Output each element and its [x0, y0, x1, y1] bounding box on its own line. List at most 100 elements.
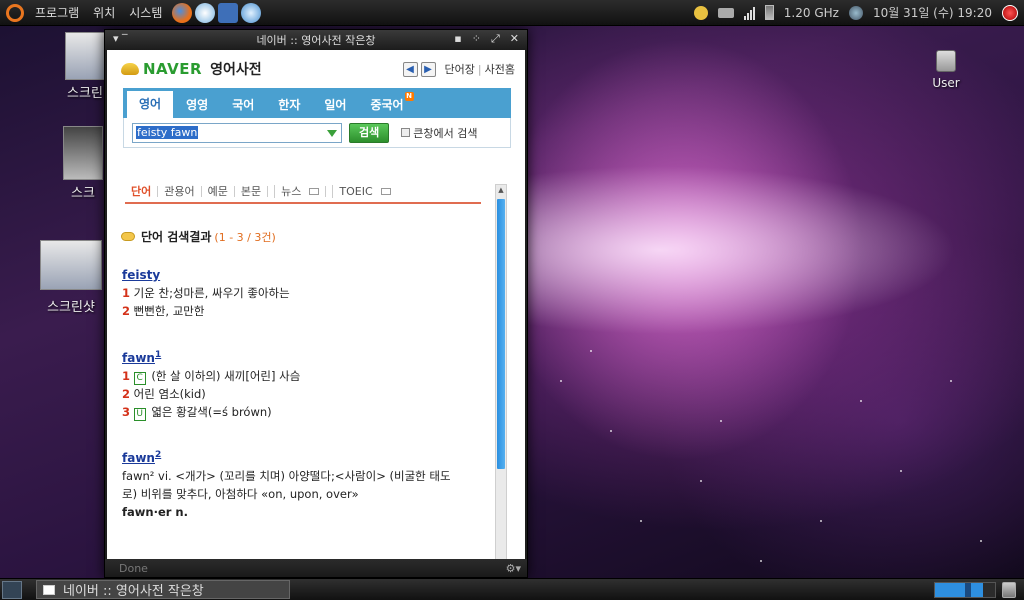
subtab-example[interactable]: 예문	[200, 185, 234, 197]
divider: |	[477, 62, 482, 76]
open-large-window-option[interactable]: 큰창에서 검색	[401, 125, 477, 141]
result-header: 단어 검색결과 (1 - 3 / 3건)	[121, 228, 276, 245]
external-link-icon	[380, 187, 391, 195]
main-menu: 프로그램 위치 시스템	[28, 4, 169, 21]
thumbnail-icon	[65, 32, 105, 80]
tab-korean[interactable]: 국어	[220, 92, 266, 118]
forward-arrow-icon[interactable]: ▶	[420, 61, 436, 77]
entry-word[interactable]: fawn	[122, 351, 155, 365]
show-desktop-button[interactable]	[2, 580, 22, 599]
desktop-icon-user[interactable]: User	[926, 50, 966, 90]
chat-icon[interactable]	[241, 2, 262, 23]
window-icon	[43, 584, 55, 595]
taskbar-item-dictionary[interactable]: 네이버 :: 영어사전 작은창	[36, 580, 290, 599]
sense-number: 3	[122, 404, 131, 419]
tab-english[interactable]: 영어	[126, 90, 175, 118]
desktop-icon-screenshot-3[interactable]: 스크린샷	[38, 240, 104, 315]
menu-places[interactable]: 위치	[86, 4, 122, 21]
power-icon[interactable]	[1002, 4, 1018, 21]
search-button[interactable]: 검색	[349, 122, 390, 143]
maximize-icon[interactable]: ⤢	[491, 32, 500, 46]
tab-japanese[interactable]: 일어	[312, 92, 358, 118]
close-icon[interactable]: ✕	[510, 32, 519, 46]
drive-icon	[936, 50, 956, 72]
clock[interactable]: 10월 31일 (수) 19:20	[873, 4, 992, 21]
search-input-value: feisty fawn	[136, 126, 199, 139]
new-badge: N	[404, 92, 414, 101]
notification-icon[interactable]	[693, 5, 708, 20]
system-tray: 1.20 GHz 10월 31일 (수) 19:20	[693, 4, 1024, 21]
desktop-icon-label: 스크린	[67, 86, 103, 101]
desktop-icon-label: 스크린샷	[47, 300, 95, 315]
window-menu-icon[interactable]: ▾ ‾	[113, 32, 128, 45]
dictionary-window: ▾ ‾ 네이버 :: 영어사전 작은창 ▪ ⁘ ⤢ ✕ NAVER 영어사전 ◀…	[104, 29, 528, 578]
window-titlebar[interactable]: ▾ ‾ 네이버 :: 영어사전 작은창 ▪ ⁘ ⤢ ✕	[105, 30, 527, 50]
firefox-icon[interactable]	[172, 2, 193, 23]
subtab-word[interactable]: 단어	[125, 186, 157, 197]
nav-buttons: ◀ ▶ 단어장 | 사전홈	[402, 61, 525, 77]
subtab-body[interactable]: 본문	[233, 185, 267, 197]
entry-word[interactable]: feisty	[122, 268, 160, 282]
results-panel: 단어 관용어 예문 본문 뉴스 TOEIC 단어 검색결과 (1 - 3 / 3…	[107, 180, 491, 560]
top-panel: 프로그램 위치 시스템 1.20 GHz 10월 31일 (수) 19:20	[0, 0, 1024, 26]
sense-number: 2	[122, 386, 131, 401]
language-tabs: 영어 영영 국어 한자 일어 중국어N	[123, 88, 511, 118]
workspace-1[interactable]	[935, 582, 965, 597]
definition-text: 뻔뻔한, 교만한	[133, 304, 205, 318]
dictionary-home-link[interactable]: 사전홈	[485, 61, 515, 77]
checkbox[interactable]	[401, 128, 411, 137]
search-input[interactable]: feisty fawn	[132, 122, 342, 143]
definition-text: fawn² vi. <개가> (꼬리를 치며) 아양떨다;<사람이> (비굴한 …	[122, 468, 451, 483]
window-title: 네이버 :: 영어사전 작은창	[256, 34, 376, 47]
tab-hanja[interactable]: 한자	[266, 92, 312, 118]
scroll-up-icon[interactable]: ▲	[496, 186, 506, 196]
subtab-toeic[interactable]: TOEIC	[325, 184, 396, 198]
battery-icon[interactable]	[764, 5, 774, 20]
ubuntu-logo-icon[interactable]	[6, 3, 24, 22]
entry-word[interactable]: fawn	[122, 451, 155, 465]
cpu-scaling-icon	[848, 5, 863, 20]
keyboard-icon[interactable]	[717, 7, 734, 18]
thumbnail-icon	[40, 240, 102, 290]
tab-chinese[interactable]: 중국어N	[358, 92, 425, 118]
dictionary-title[interactable]: 영어사전	[210, 59, 262, 79]
workspace-3[interactable]	[971, 582, 983, 597]
homograph-number: 2	[154, 450, 162, 460]
workspace-switcher[interactable]	[934, 581, 996, 598]
menu-applications[interactable]: 프로그램	[28, 4, 86, 21]
entry-feisty: feisty 1 기운 찬;성마른, 싸우기 좋아하는 2 뻔뻔한, 교만한	[122, 266, 290, 320]
definition-text: 엷은 황갈색(=ś brówn)	[151, 404, 272, 419]
thumbnail-icon	[63, 126, 103, 180]
minimize-icon[interactable]: ▪	[454, 32, 461, 46]
sense-number: 1	[122, 368, 131, 383]
messenger-icon[interactable]	[195, 2, 216, 23]
desktop-icon-screenshot-1[interactable]: 스크린	[60, 32, 110, 101]
dictionary-content: NAVER 영어사전 ◀ ▶ 단어장 | 사전홈 영어 영영 국어 한자 일어 …	[107, 50, 525, 560]
bottom-panel: 네이버 :: 영어사전 작은창	[0, 578, 1024, 600]
shade-icon[interactable]: ⁘	[472, 32, 481, 46]
sense-number: 2	[122, 304, 131, 318]
subtab-news[interactable]: 뉴스	[267, 184, 325, 198]
network-signal-icon[interactable]	[743, 6, 755, 20]
subtab-idiom[interactable]: 관용어	[157, 185, 200, 197]
definition-line: 2 어린 염소(kid)	[122, 385, 300, 403]
scroll-thumb[interactable]	[497, 199, 505, 469]
gear-icon[interactable]: ⚙▾	[506, 562, 521, 575]
naver-logo[interactable]: NAVER	[143, 60, 202, 78]
back-arrow-icon[interactable]: ◀	[402, 61, 418, 77]
media-player-icon[interactable]	[218, 2, 239, 23]
tab-english-english[interactable]: 영영	[174, 92, 220, 118]
wordbook-link[interactable]: 단어장	[445, 61, 475, 77]
naver-logo-icon	[121, 63, 139, 75]
cloud-icon	[121, 232, 135, 241]
cpu-frequency[interactable]: 1.20 GHz	[784, 6, 839, 20]
results-scrollbar[interactable]: ▲ ▼	[495, 184, 507, 560]
desktop-icon-screenshot-2[interactable]: 스크	[58, 126, 108, 201]
external-link-icon	[309, 187, 320, 195]
trash-icon[interactable]	[1002, 581, 1016, 598]
menu-system[interactable]: 시스템	[122, 4, 169, 21]
definition-line: 3 U 엷은 황갈색(=ś brówn)	[122, 403, 300, 421]
subtab-news-label: 뉴스	[274, 184, 308, 198]
result-count: (1 - 3 / 3건)	[214, 230, 276, 244]
dropdown-arrow-icon[interactable]	[327, 129, 337, 137]
